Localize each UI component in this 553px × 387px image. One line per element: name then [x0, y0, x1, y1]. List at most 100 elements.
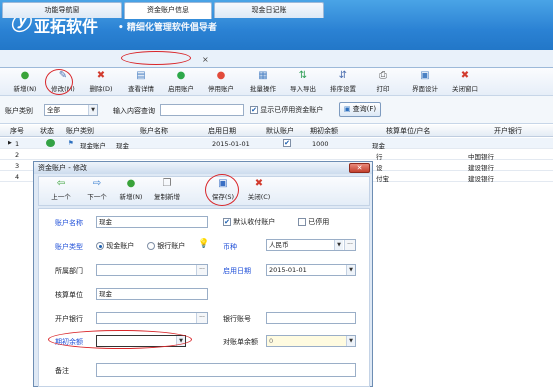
dialog-toolbar-label: 下一个	[87, 193, 107, 201]
tab-cash-journal[interactable]: 现金日记账	[214, 2, 324, 18]
dialog-toolbar-label: 上一个	[51, 193, 71, 201]
col-header[interactable]: 默认账户	[266, 126, 294, 136]
next-icon: ⇨	[92, 178, 102, 189]
chevron-down-icon[interactable]: ▼	[346, 336, 355, 346]
row-date: 2015-01-01	[212, 140, 250, 148]
search-button[interactable]: ▣ 查询(F)	[339, 102, 381, 117]
table-row[interactable]: 2 行 中国银行	[0, 149, 553, 161]
more-icon[interactable]: ···	[196, 265, 207, 275]
type-bank-radio[interactable]: 银行账户	[147, 241, 185, 251]
关闭(C)-button[interactable]: ✖ 关闭(C)	[244, 178, 274, 202]
启用账户-button[interactable]: ● 启用账户	[164, 70, 198, 94]
toolbar-button-label: 查看详情	[128, 85, 154, 93]
dialog-close-icon[interactable]: ✕	[349, 163, 370, 173]
tab-fund-accounts[interactable]: 资金账户信息	[124, 2, 212, 19]
query-input[interactable]	[160, 104, 244, 116]
删除(D)-button[interactable]: ✖ 删除(D)	[86, 70, 116, 94]
checkbox-icon[interactable]: ✔	[250, 106, 258, 114]
打印-button[interactable]: ⎙ 打印	[370, 70, 396, 94]
row-unit: 付宝	[376, 175, 389, 183]
disable-icon: ●	[216, 70, 226, 81]
remark-input[interactable]	[96, 363, 356, 377]
tab-label: 功能导航窗	[44, 6, 80, 14]
close-icon: ✖	[254, 178, 264, 189]
查看详情-button[interactable]: ▤ 查看详情	[124, 70, 158, 94]
print-icon: ⎙	[379, 70, 387, 81]
col-header[interactable]: 核算单位/户名	[386, 126, 430, 136]
toolbar-button-label: 删除(D)	[89, 85, 113, 93]
show-disabled-toggle[interactable]: ✔ 显示已停用资金账户	[250, 105, 323, 115]
layout-icon: ▣	[420, 70, 430, 81]
checkbox-icon: ✔	[283, 139, 291, 147]
more-icon[interactable]: ···	[344, 240, 355, 250]
复制新增-button[interactable]: ❐ 复制新增	[152, 178, 182, 202]
上一个-button[interactable]: ⇦ 上一个	[46, 178, 76, 202]
dept-label: 所属部门	[55, 267, 83, 275]
currency-select[interactable]: 人民币 ▼ ···	[266, 239, 356, 251]
lightbulb-icon: 💡	[198, 239, 210, 249]
toolbar-button-label: 批量操作	[250, 85, 276, 93]
radio-icon[interactable]	[147, 242, 155, 250]
col-header[interactable]: 序号	[10, 126, 24, 136]
toolbar-button-label: 导入导出	[290, 85, 316, 93]
table-row[interactable]: ▶ 1 ⚑ 现金账户 现金 2015-01-01 ✔ 1000 现金	[0, 138, 553, 150]
type-cash-radio[interactable]: 现金账户	[96, 241, 134, 251]
unit-label: 核算单位	[55, 291, 83, 299]
status-enabled-icon	[46, 139, 55, 147]
default-pay-toggle[interactable]: ✔ 默认收付账户	[223, 217, 275, 227]
col-header[interactable]: 启用日期	[208, 126, 236, 136]
排序设置-button[interactable]: ⇵ 排序设置	[326, 70, 360, 94]
reconcile-input[interactable]: 0 ▼	[266, 335, 356, 347]
flag-icon: ⚑	[68, 139, 74, 147]
新增(N)-button[interactable]: ● 新增(N)	[10, 70, 40, 94]
bank-input[interactable]: ···	[96, 312, 208, 324]
新增(N)-button[interactable]: ● 新增(N)	[116, 178, 146, 202]
disabled-toggle[interactable]: 已停用	[298, 217, 329, 227]
copy-add-icon: ❐	[162, 178, 172, 189]
current-row-icon: ▶	[8, 140, 12, 146]
col-header[interactable]: 账户名称	[140, 126, 168, 136]
enable-icon: ●	[176, 70, 186, 81]
highlight-edit-ellipse	[45, 69, 73, 95]
import-export-icon: ⇅	[298, 70, 308, 81]
col-header[interactable]: 期初余额	[310, 126, 338, 136]
sort-icon: ⇵	[338, 70, 348, 81]
start-date-input[interactable]: 2015-01-01 ▼	[266, 264, 356, 276]
toolbar-button-label: 打印	[376, 85, 390, 93]
start-date-label: 启用日期	[223, 267, 251, 275]
currency-label: 币种	[223, 243, 237, 251]
checkbox-icon[interactable]	[298, 218, 306, 226]
dept-input[interactable]: ···	[96, 264, 208, 276]
tab-navigation[interactable]: 功能导航窗	[2, 2, 122, 18]
default-pay-label: 默认收付账户	[233, 218, 276, 226]
unit-input[interactable]: 现金	[96, 288, 208, 300]
category-select[interactable]: 全部 ▼	[44, 104, 98, 116]
close-window-icon: ✖	[460, 70, 470, 81]
toolbar-button-label: 排序设置	[330, 85, 356, 93]
界面设计-button[interactable]: ▣ 界面设计	[408, 70, 442, 94]
下一个-button[interactable]: ⇨ 下一个	[82, 178, 112, 202]
row-bank: 建设银行	[468, 175, 494, 183]
批量操作-button[interactable]: ▦ 批量操作	[246, 70, 280, 94]
导入导出-button[interactable]: ⇅ 导入导出	[286, 70, 320, 94]
chevron-down-icon[interactable]: ▼	[346, 265, 355, 275]
radio-icon[interactable]	[96, 242, 104, 250]
currency-value: 人民币	[269, 241, 289, 249]
col-header[interactable]: 状态	[40, 126, 54, 136]
more-icon[interactable]: ···	[196, 313, 207, 323]
toolbar-button-label: 界面设计	[412, 85, 438, 93]
account-no-input[interactable]	[266, 312, 356, 324]
checkbox-icon[interactable]: ✔	[223, 218, 231, 226]
tab-close-icon[interactable]: ×	[202, 55, 209, 64]
reconcile-value: 0	[269, 337, 274, 345]
col-header[interactable]: 账户类别	[66, 126, 94, 136]
停用账户-button[interactable]: ● 停用账户	[204, 70, 238, 94]
chevron-down-icon[interactable]: ▼	[334, 240, 343, 250]
account-no-label: 银行账号	[223, 315, 251, 323]
account-name-input[interactable]: 现金	[96, 216, 208, 228]
关闭窗口-button[interactable]: ✖ 关闭窗口	[448, 70, 482, 94]
col-header[interactable]: 开户银行	[494, 126, 522, 136]
highlight-tab-ellipse	[121, 51, 191, 65]
tab-label: 现金日记账	[251, 6, 287, 14]
details-icon: ▤	[136, 70, 146, 81]
